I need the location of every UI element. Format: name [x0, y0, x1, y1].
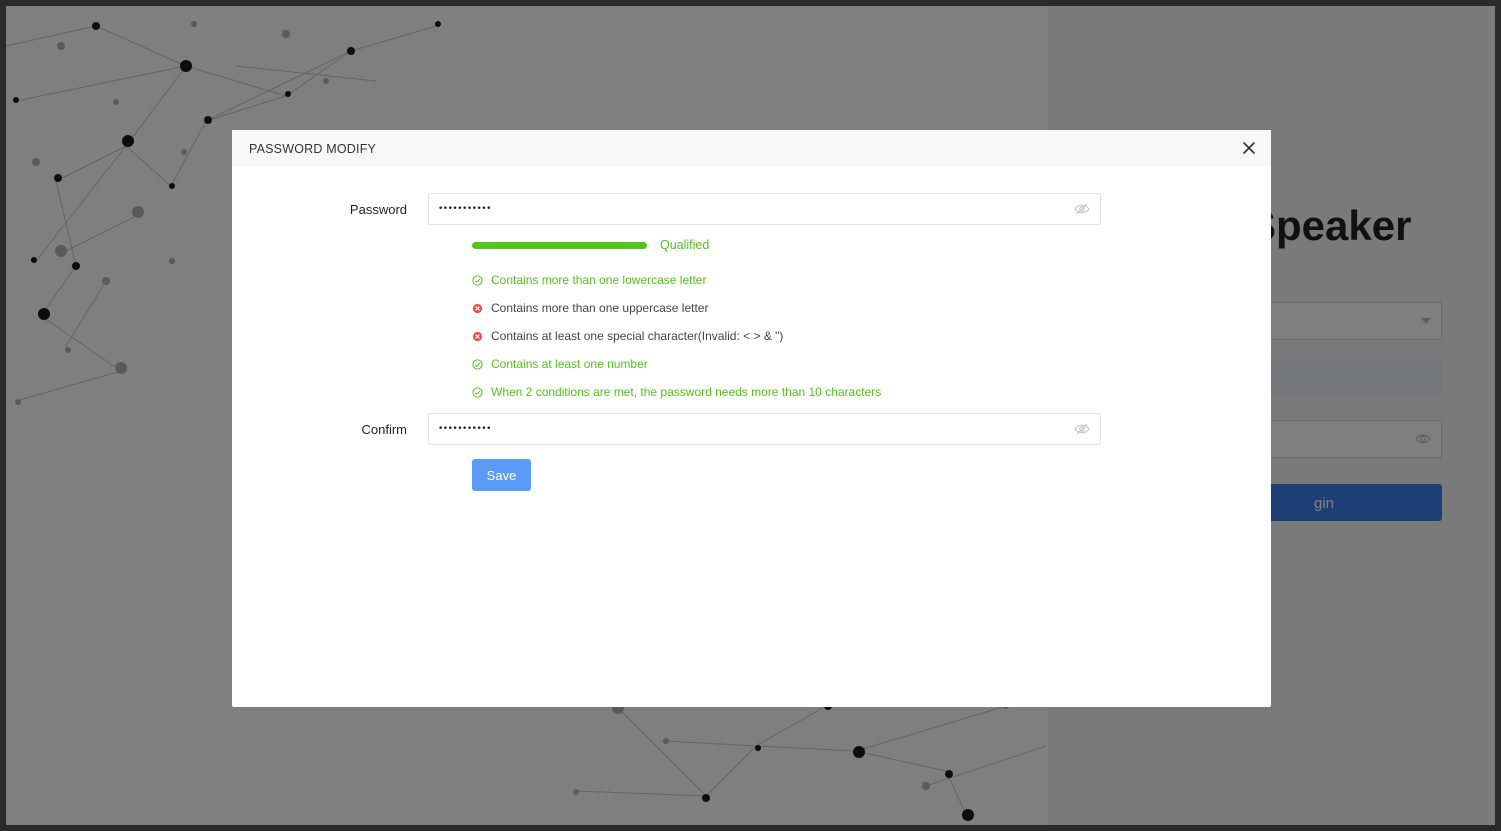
- close-circle-icon: [472, 331, 483, 341]
- close-circle-icon: [472, 303, 483, 313]
- rule-uppercase: Contains more than one uppercase letter: [472, 301, 708, 315]
- password-strength-bar: [472, 242, 647, 249]
- modal-title: PASSWORD MODIFY: [249, 142, 377, 156]
- rule-special-character: Contains at least one special character(…: [472, 329, 783, 343]
- rule-length: When 2 conditions are met, the password …: [472, 385, 881, 399]
- password-input[interactable]: [438, 194, 1058, 224]
- password-input-wrapper: [428, 193, 1101, 225]
- rule-number: Contains at least one number: [472, 357, 648, 371]
- rule-text: When 2 conditions are met, the password …: [491, 385, 882, 399]
- check-circle-icon: [472, 386, 483, 398]
- password-strength-label: Qualified: [660, 238, 710, 252]
- confirm-input-wrapper: [428, 413, 1101, 445]
- rule-lowercase: Contains more than one lowercase letter: [472, 273, 706, 287]
- save-button[interactable]: Save: [472, 459, 531, 491]
- rule-text: Contains more than one lowercase letter: [491, 273, 707, 287]
- close-icon[interactable]: [1241, 140, 1257, 156]
- confirm-label: Confirm: [361, 422, 407, 437]
- eye-off-icon[interactable]: [1074, 422, 1090, 436]
- modal-header: PASSWORD MODIFY: [232, 130, 1271, 167]
- check-circle-icon: [472, 358, 483, 370]
- password-label: Password: [349, 202, 407, 217]
- confirm-input[interactable]: [438, 414, 1058, 444]
- rule-text: Contains at least one special character(…: [491, 329, 784, 343]
- rule-text: Contains more than one uppercase letter: [491, 301, 709, 315]
- password-modify-dialog: PASSWORD MODIFY Password Qualified Conta…: [232, 130, 1271, 707]
- rule-text: Contains at least one number: [491, 357, 648, 371]
- check-circle-icon: [472, 274, 483, 286]
- eye-off-icon[interactable]: [1074, 202, 1090, 216]
